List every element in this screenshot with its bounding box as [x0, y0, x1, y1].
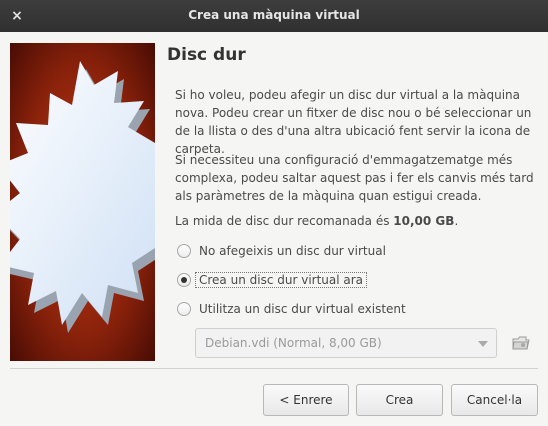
folder-icon[interactable]: [512, 335, 530, 351]
recommended-size-suffix: .: [454, 214, 459, 228]
title-bar: × Crea una màquina virtual: [0, 0, 548, 32]
page-heading: Disc dur: [167, 45, 246, 65]
footer-separator: [10, 368, 538, 369]
back-button[interactable]: < Enrere: [263, 384, 349, 416]
advanced-note-text: Si necessiteu una configuració d'emmagat…: [175, 153, 534, 203]
wizard-illustration: [10, 43, 155, 361]
option-label: Utilitza un disc dur virtual existent: [199, 302, 406, 316]
option-existing-disk[interactable]: Utilitza un disc dur virtual existent: [177, 299, 406, 319]
description-text: Si ho voleu, podeu afegir un disc dur vi…: [175, 88, 532, 156]
window-title: Crea una màquina virtual: [188, 8, 360, 22]
radio-create-disk[interactable]: [177, 273, 191, 287]
recommended-size-value: 10,00 GB: [393, 214, 455, 228]
radio-existing-disk[interactable]: [177, 302, 191, 316]
existing-disk-value: Debian.vdi (Normal, 8,00 GB): [205, 336, 382, 350]
create-button[interactable]: Crea: [356, 384, 443, 416]
option-label: No afegeixis un disc dur virtual: [199, 244, 386, 258]
radio-no-disk[interactable]: [177, 244, 191, 258]
recommended-size-prefix: La mida de disc dur recomanada és: [175, 214, 394, 228]
option-create-disk[interactable]: Crea un disc dur virtual ara: [177, 270, 368, 290]
cancel-button[interactable]: Cancel·la: [451, 384, 538, 416]
existing-disk-select[interactable]: Debian.vdi (Normal, 8,00 GB): [195, 328, 497, 358]
chevron-down-icon: [478, 341, 488, 347]
recommended-size-text: La mida de disc dur recomanada és 10,00 …: [175, 212, 540, 230]
option-label: Crea un disc dur virtual ara: [195, 272, 368, 288]
option-no-disk[interactable]: No afegeixis un disc dur virtual: [177, 241, 386, 261]
